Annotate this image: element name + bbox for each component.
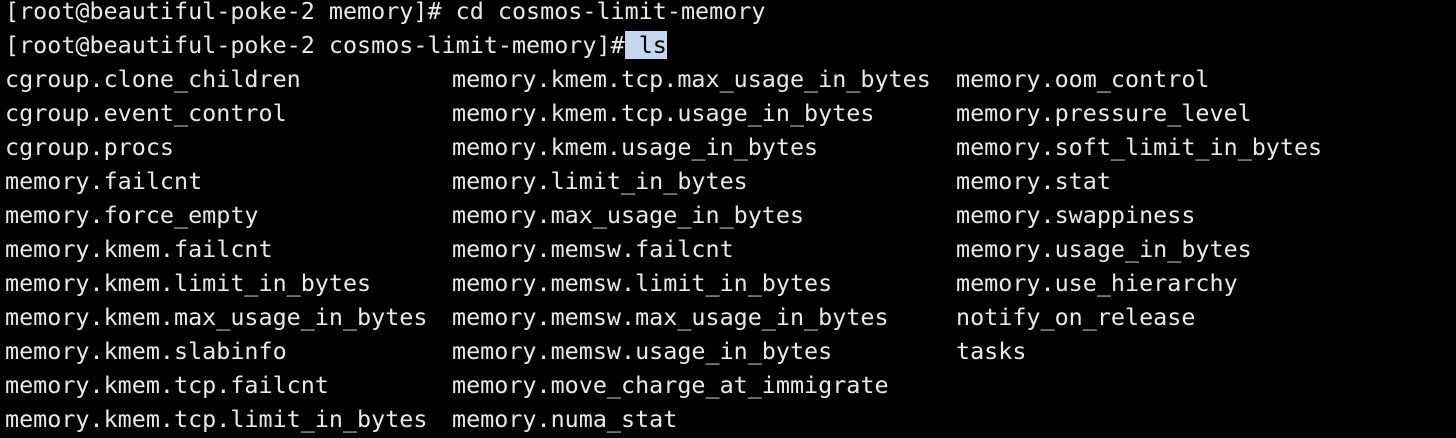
- ls-column-3: memory.oom_control memory.pressure_levelm…: [956, 62, 1396, 436]
- shell-prompt: [root@beautiful-poke-2 memory]#: [5, 0, 456, 25]
- ls-column-1: cgroup.clone_children cgroup.event_contro…: [5, 62, 452, 436]
- file-entry: memory.kmem.tcp.limit_in_bytes: [5, 405, 428, 433]
- file-entry: memory.max_usage_in_bytes: [452, 201, 805, 229]
- selected-command-text[interactable]: ls: [624, 31, 667, 59]
- file-entry: memory.kmem.slabinfo: [5, 337, 287, 365]
- file-entry: memory.kmem.failcnt: [5, 235, 273, 263]
- file-entry: memory.usage_in_bytes: [956, 235, 1252, 263]
- shell-prompt-current: [root@beautiful-poke-2 cosmos-limit-memo…: [5, 31, 625, 59]
- file-entry: memory.force_empty: [5, 201, 259, 229]
- ls-column-2: memory.kmem.tcp.max_usage_in_bytesmemory…: [452, 62, 956, 436]
- file-entry: memory.kmem.tcp.max_usage_in_bytes: [452, 65, 931, 93]
- file-entry: memory.kmem.limit_in_bytes: [5, 269, 372, 297]
- shell-command: cd cosmos-limit-memory: [455, 0, 766, 25]
- file-entry: tasks: [956, 337, 1027, 365]
- file-entry: memory.kmem.usage_in_bytes: [452, 133, 819, 161]
- file-entry: memory.oom_control: [956, 65, 1210, 93]
- file-entry: memory.use_hierarchy: [956, 269, 1238, 297]
- file-entry: memory.memsw.usage_in_bytes: [452, 337, 833, 365]
- file-entry: memory.memsw.max_usage_in_bytes: [452, 303, 889, 331]
- file-entry: memory.soft_limit_in_bytes: [956, 133, 1323, 161]
- file-entry: memory.kmem.tcp.usage_in_bytes: [452, 99, 875, 127]
- file-entry: memory.memsw.limit_in_bytes: [452, 269, 833, 297]
- file-entry: memory.pressure_level: [956, 99, 1252, 127]
- file-entry: memory.failcnt: [5, 167, 203, 195]
- file-entry: cgroup.procs: [5, 133, 174, 161]
- file-entry: memory.memsw.failcnt: [452, 235, 734, 263]
- file-entry: cgroup.clone_children: [5, 65, 301, 93]
- file-entry: memory.stat: [956, 167, 1111, 195]
- terminal-line-cd: [root@beautiful-poke-2 memory]# cd cosmo…: [5, 0, 765, 28]
- terminal-window[interactable]: [root@beautiful-poke-2 memory]# cd cosmo…: [0, 0, 1456, 438]
- file-entry: memory.swappiness: [956, 201, 1196, 229]
- file-entry: memory.numa_stat: [452, 405, 678, 433]
- file-entry: memory.kmem.max_usage_in_bytes: [5, 303, 428, 331]
- file-entry: memory.kmem.tcp.failcnt: [5, 371, 329, 399]
- terminal-line-ls: [root@beautiful-poke-2 cosmos-limit-memo…: [5, 28, 667, 62]
- file-entry: notify_on_release: [956, 303, 1196, 331]
- file-entry: memory.limit_in_bytes: [452, 167, 748, 195]
- ls-output: cgroup.clone_children cgroup.event_contro…: [5, 62, 1396, 436]
- file-entry: memory.move_charge_at_immigrate: [452, 371, 889, 399]
- file-entry: cgroup.event_control: [5, 99, 287, 127]
